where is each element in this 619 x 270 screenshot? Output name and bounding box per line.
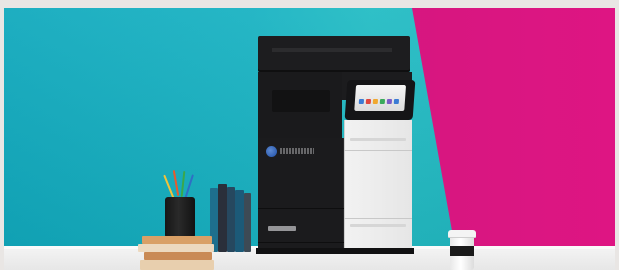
book-spine [244,193,251,252]
pencil-cup [165,197,195,237]
frame [0,0,619,270]
screen-icons [358,99,404,107]
book-spine [227,187,235,252]
printer [256,36,416,254]
book-spine [235,190,244,252]
touch-screen [354,85,407,111]
stacked-book [138,244,214,252]
front-handle [350,138,406,141]
front-seam [344,150,412,151]
book-spine [218,184,227,252]
brand-wordmark [280,148,314,154]
stacked-book [144,252,212,260]
coffee-sleeve [450,246,474,256]
stacked-book [140,260,214,270]
brand-logo [266,146,277,157]
printer-front-panel [344,120,412,250]
tray-seam [344,218,412,219]
output-tray-area [258,72,342,138]
printer-base [256,248,414,254]
model-label [268,226,296,231]
output-tray [272,90,330,112]
control-panel [344,80,416,120]
drawer-seam [258,242,344,243]
coffee-cup [448,230,476,270]
printer-body [258,138,344,250]
tray-handle [350,224,406,227]
product-photo [4,8,615,270]
feeder-slot [272,48,392,52]
document-feeder [258,36,410,72]
stacked-book [142,236,212,244]
panel-seam [258,208,344,209]
coffee-lid [448,230,476,237]
